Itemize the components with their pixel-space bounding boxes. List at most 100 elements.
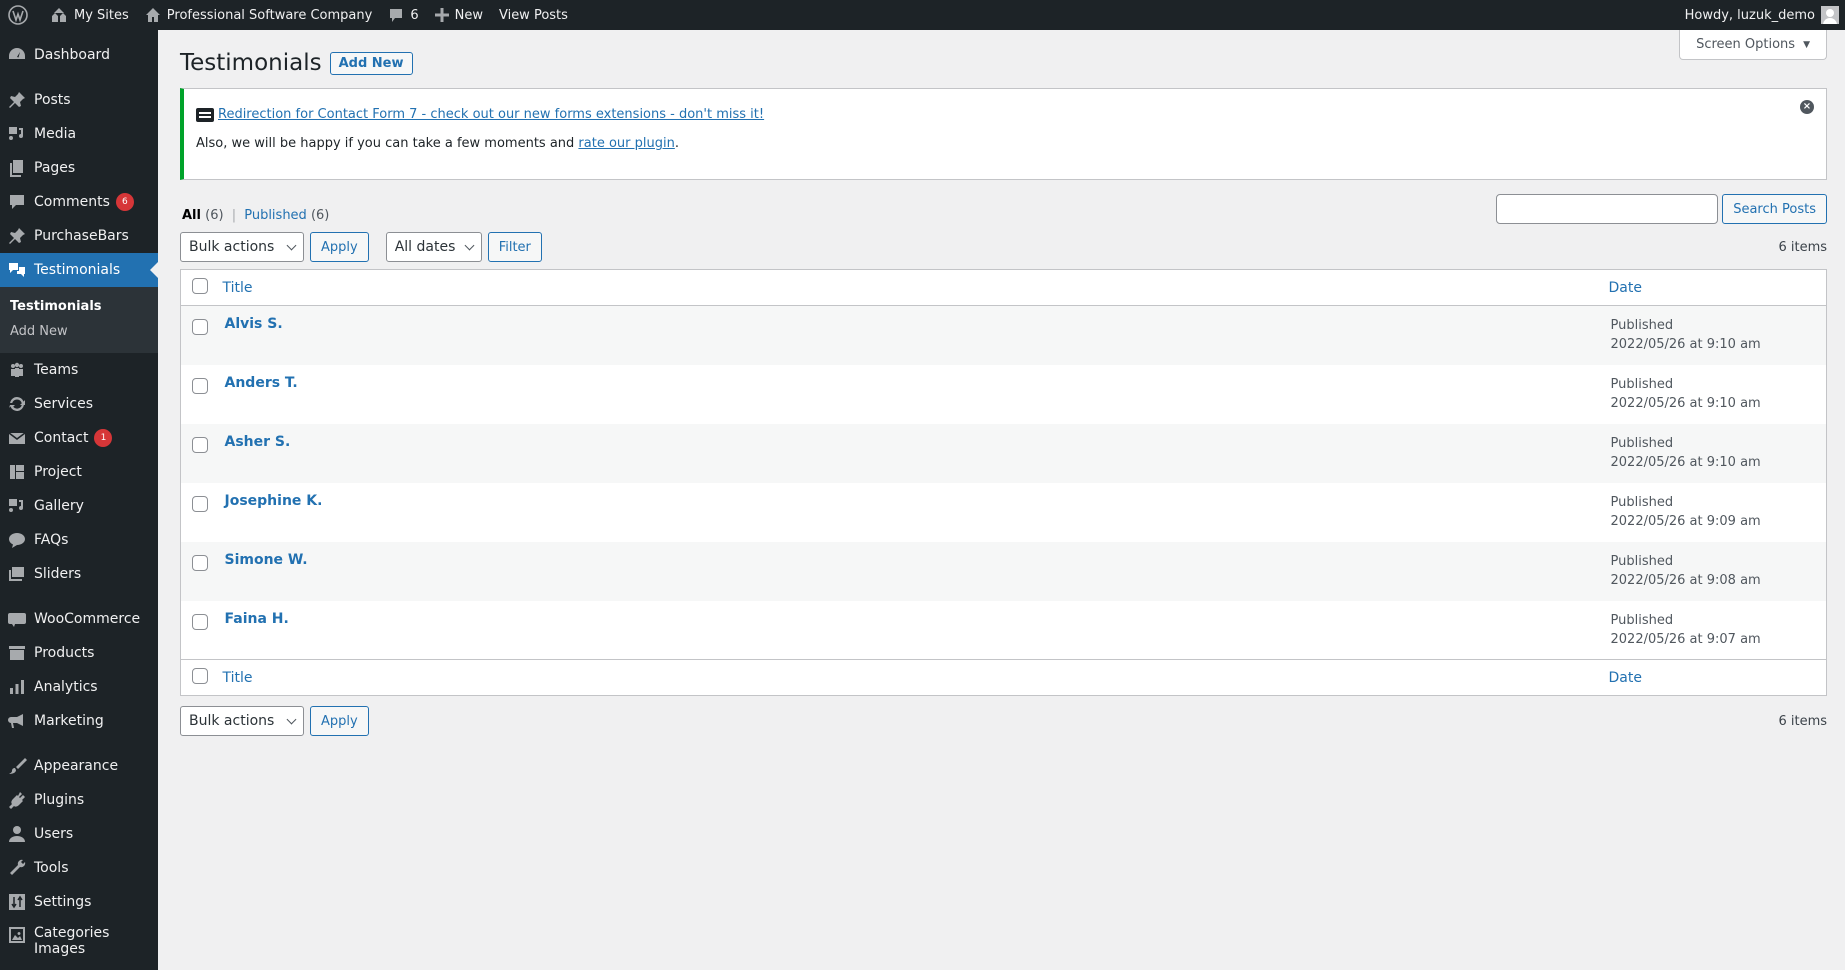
bulk-actions-select[interactable]: Bulk actions xyxy=(180,232,304,262)
sidebar-item-products[interactable]: Products xyxy=(0,636,158,670)
view-posts-link[interactable]: View Posts xyxy=(491,0,576,30)
row-checkbox[interactable] xyxy=(192,319,208,335)
row-title-link[interactable]: Faina H. xyxy=(225,611,289,627)
sidebar-item-appearance[interactable]: Appearance xyxy=(0,749,158,783)
my-sites-link[interactable]: My Sites xyxy=(42,0,137,30)
row-status: Published xyxy=(1610,435,1674,451)
sidebar-item-contact[interactable]: Contact 1 xyxy=(0,421,158,455)
table-row: Simone W. Published 2022/05/26 at 9:08 am xyxy=(180,541,1827,601)
media-icon xyxy=(7,496,27,516)
table-row: Alvis S. Published 2022/05/26 at 9:10 am xyxy=(180,305,1827,365)
row-title-link[interactable]: Josephine K. xyxy=(225,493,323,509)
sidebar-item-label: Gallery xyxy=(34,498,84,514)
bulk-actions-select-bottom[interactable]: Bulk actions xyxy=(180,706,304,736)
view-all[interactable]: All (6) xyxy=(182,208,224,223)
screen-options-button[interactable]: Screen Options ▼ xyxy=(1679,30,1827,60)
sidebar-item-categories-images[interactable]: Categories Images xyxy=(0,919,158,965)
sidebar-item-purchasebars[interactable]: PurchaseBars xyxy=(0,219,158,253)
chat-icon xyxy=(7,530,27,550)
row-checkbox[interactable] xyxy=(192,495,208,512)
sidebar-item-label: PurchaseBars xyxy=(34,228,129,244)
search-input[interactable] xyxy=(1496,194,1719,224)
sidebar-item-users[interactable]: Users xyxy=(0,817,158,851)
wordpress-logo[interactable] xyxy=(0,0,42,30)
select-all-checkbox-bottom[interactable] xyxy=(192,667,208,684)
sort-by-title-bottom[interactable]: Title xyxy=(223,670,253,686)
screen-options-label: Screen Options xyxy=(1696,37,1796,52)
sidebar-item-pages[interactable]: Pages xyxy=(0,151,158,185)
search-posts-button[interactable]: Search Posts xyxy=(1722,194,1827,224)
notice-link[interactable]: Redirection for Contact Form 7 - check o… xyxy=(218,107,764,122)
new-label: New xyxy=(454,7,483,23)
howdy-text: Howdy, luzuk_demo xyxy=(1684,7,1815,23)
sidebar-item-label: Services xyxy=(34,396,94,412)
sidebar-item-settings[interactable]: Settings xyxy=(0,885,158,919)
sidebar-item-tools[interactable]: Tools xyxy=(0,851,158,885)
plugin-notice: Redirection for Contact Form 7 - check o… xyxy=(180,88,1827,180)
wrench-icon xyxy=(7,858,27,878)
sidebar-item-media[interactable]: Media xyxy=(0,117,158,151)
row-checkbox[interactable] xyxy=(192,377,208,394)
sidebar-item-label: Project xyxy=(34,464,82,480)
sidebar-item-faqs[interactable]: FAQs xyxy=(0,523,158,557)
sort-by-date-bottom[interactable]: Date xyxy=(1609,670,1642,686)
dashboard-icon xyxy=(7,45,27,65)
sidebar-item-sliders[interactable]: Sliders xyxy=(0,557,158,591)
sidebar-item-woocommerce[interactable]: WooCommerce xyxy=(0,602,158,636)
row-date: 2022/05/26 at 9:09 am xyxy=(1610,513,1761,529)
my-account[interactable]: Howdy, luzuk_demo xyxy=(1677,0,1845,30)
row-status: Published xyxy=(1610,318,1674,333)
row-title-link[interactable]: Anders T. xyxy=(225,375,298,391)
select-all-checkbox[interactable] xyxy=(192,277,208,294)
row-date: 2022/05/26 at 9:10 am xyxy=(1610,395,1761,411)
archive-icon xyxy=(7,643,27,663)
submenu-item-testimonials[interactable]: Testimonials xyxy=(0,294,158,319)
sidebar-item-testimonials[interactable]: Testimonials xyxy=(0,253,158,287)
row-title-link[interactable]: Alvis S. xyxy=(225,316,283,332)
add-new-button[interactable]: Add New xyxy=(329,51,413,75)
plugin-icon xyxy=(7,790,27,810)
search-box: Search Posts xyxy=(1496,194,1827,224)
pin-icon xyxy=(7,226,27,246)
sidebar-item-label: Dashboard xyxy=(34,47,110,63)
forms-icon xyxy=(196,107,214,122)
sort-by-title[interactable]: Title xyxy=(223,280,253,296)
row-title-link[interactable]: Simone W. xyxy=(225,552,308,568)
sidebar-item-gallery[interactable]: Gallery xyxy=(0,489,158,523)
page-title: Testimonials xyxy=(180,50,322,76)
apply-button-bottom[interactable]: Apply xyxy=(310,706,369,736)
sidebar-item-comments[interactable]: Comments 6 xyxy=(0,185,158,219)
rate-plugin-link[interactable]: rate our plugin xyxy=(578,136,674,151)
menu-separator xyxy=(0,738,158,749)
sidebar-item-dashboard[interactable]: Dashboard xyxy=(0,38,158,72)
view-published[interactable]: Published (6) xyxy=(244,208,329,223)
dismiss-notice-icon[interactable]: × xyxy=(1800,100,1814,114)
sidebar-item-label: Comments xyxy=(34,194,110,210)
table-row: Josephine K. Published 2022/05/26 at 9:09 … xyxy=(181,483,1827,542)
sidebar-item-plugins[interactable]: Plugins xyxy=(0,783,158,817)
table-row: Anders T. Published 2022/05/26 at 9:10 am xyxy=(181,365,1827,424)
site-name-link[interactable]: Professional Software Company xyxy=(137,0,381,30)
dates-filter-select[interactable]: All dates xyxy=(385,232,482,262)
row-title-link[interactable]: Asher S. xyxy=(225,434,291,450)
filter-button[interactable]: Filter xyxy=(487,232,542,262)
items-count-bottom: 6 items xyxy=(1778,713,1827,729)
sidebar-item-project[interactable]: Project xyxy=(0,455,158,489)
woo-icon xyxy=(7,609,27,629)
chevron-down-icon xyxy=(286,240,297,250)
sidebar-item-marketing[interactable]: Marketing xyxy=(0,704,158,738)
apply-button[interactable]: Apply xyxy=(310,232,369,262)
sidebar-item-teams[interactable]: Teams xyxy=(0,353,158,387)
row-checkbox[interactable] xyxy=(192,554,208,571)
sidebar-item-analytics[interactable]: Analytics xyxy=(0,670,158,704)
row-checkbox[interactable] xyxy=(192,436,208,453)
sidebar-item-label: Plugins xyxy=(34,792,85,808)
sort-by-date[interactable]: Date xyxy=(1609,280,1642,296)
sidebar-item-posts[interactable]: Posts xyxy=(0,83,158,117)
row-checkbox[interactable] xyxy=(192,613,208,630)
submenu-item-add-new[interactable]: Add New xyxy=(0,319,158,344)
new-content-link[interactable]: New xyxy=(427,0,491,30)
sidebar-item-services[interactable]: Services xyxy=(0,387,158,421)
count-badge: 1 xyxy=(94,429,113,447)
comments-link[interactable]: 6 xyxy=(380,0,426,30)
